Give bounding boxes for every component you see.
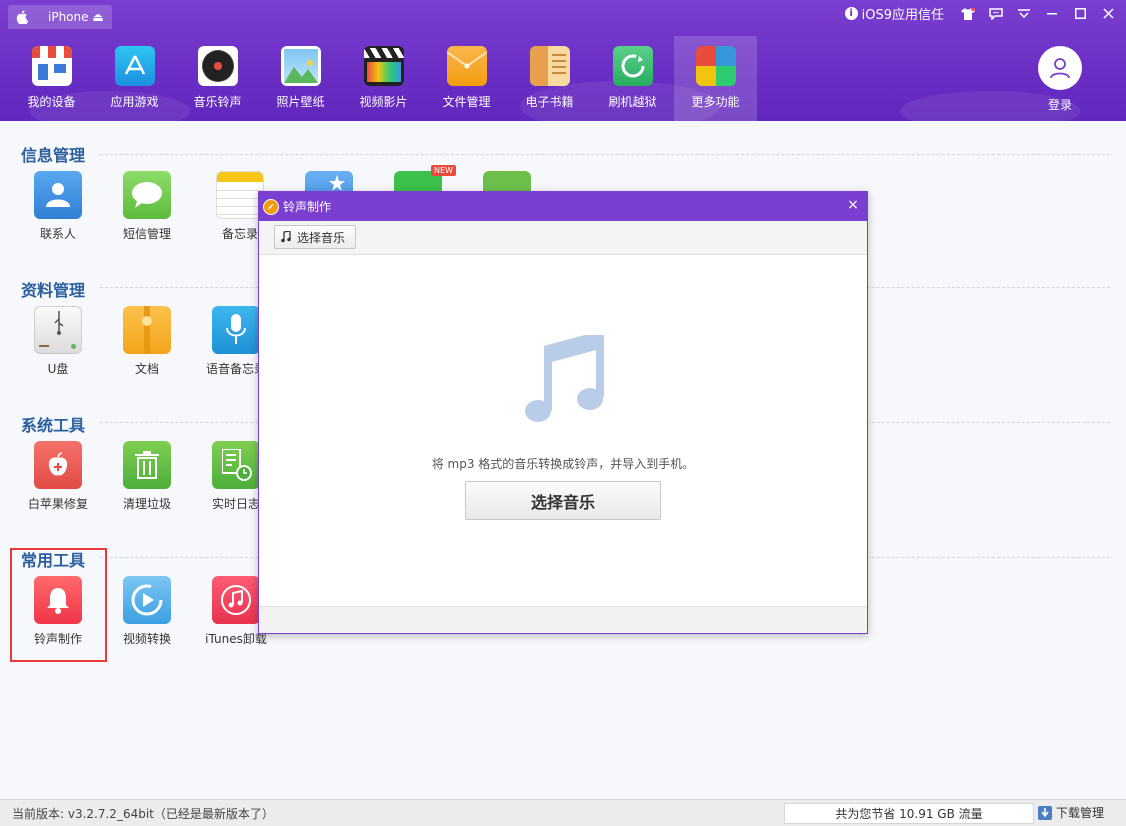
tool-udisk[interactable]: U盘 <box>18 306 98 377</box>
dialog-body: 将 mp3 格式的音乐转换成铃声，并导入到手机。 选择音乐 <box>259 255 867 607</box>
dialog-hint: 将 mp3 格式的音乐转换成铃声，并导入到手机。 <box>431 457 695 471</box>
nav-videos[interactable]: 视频影片 <box>342 36 425 121</box>
window-controls: i iOS9应用信任 <box>844 4 1120 23</box>
tool-label: 联系人 <box>39 227 76 241</box>
message-bubble-icon <box>123 171 171 219</box>
usb-icon <box>34 306 82 354</box>
toolbar-button-label: 选择音乐 <box>297 230 346 245</box>
main-nav: 我的设备 应用游戏 音乐铃声 照片壁纸 视频影片 文件管理 电子书籍 刷机越狱 … <box>10 36 757 121</box>
nav-label: 电子书籍 <box>525 95 574 109</box>
new-badge: NEW <box>431 165 456 176</box>
refresh-icon <box>612 46 653 86</box>
nav-photos-wallpaper[interactable]: 照片壁纸 <box>259 36 342 121</box>
download-icon <box>1038 805 1052 820</box>
apple-icon <box>14 9 30 25</box>
ios-trust-link[interactable]: i iOS9应用信任 <box>844 4 944 23</box>
document-folder-icon <box>123 306 171 354</box>
tool-documents[interactable]: 文档 <box>107 306 187 377</box>
trash-icon <box>123 441 171 489</box>
nav-label: 文件管理 <box>442 95 491 109</box>
app-logo-icon <box>263 198 279 215</box>
nav-apps-games[interactable]: 应用游戏 <box>93 36 176 121</box>
music-note-icon <box>281 231 291 243</box>
section-title-system: 系统工具 <box>21 416 86 435</box>
login-label: 登录 <box>1047 98 1072 112</box>
divider <box>100 154 1110 155</box>
tool-clean-junk[interactable]: 清理垃圾 <box>107 441 187 512</box>
select-music-button[interactable]: 选择音乐 <box>465 481 661 520</box>
microphone-icon <box>212 306 260 354</box>
traffic-saved: 共为您节省 10.91 GB 流量 <box>784 803 1034 824</box>
device-name: iPhone ⏏ <box>48 10 104 24</box>
download-manager-button[interactable]: 下载管理 <box>1038 804 1104 821</box>
photo-icon <box>280 46 321 86</box>
nav-ebooks[interactable]: 电子书籍 <box>508 36 591 121</box>
contacts-icon <box>34 171 82 219</box>
tool-label: 语音备忘录 <box>205 362 266 376</box>
tool-label: 实时日志 <box>211 497 260 511</box>
shirt-icon[interactable] <box>956 5 980 23</box>
status-bar: 当前版本: v3.2.7.2_64bit（已经是最新版本了） 共为您节省 10.… <box>0 799 1126 826</box>
info-icon: i <box>844 7 858 20</box>
menu-icon[interactable] <box>1012 5 1036 23</box>
message-icon[interactable] <box>984 5 1008 23</box>
nav-label: 应用游戏 <box>110 95 159 109</box>
notes-icon <box>216 171 264 219</box>
ringtone-dialog: 铃声制作 × 选择音乐 将 mp3 格式的音乐转换成铃声，并导入到手机。 选择音… <box>258 191 868 634</box>
nav-label: 更多功能 <box>691 95 740 109</box>
login-button[interactable]: 登录 <box>1038 46 1082 113</box>
trust-label: iOS9应用信任 <box>861 8 944 23</box>
tool-label: 短信管理 <box>122 227 171 241</box>
tool-video-convert[interactable]: 视频转换 <box>107 576 187 647</box>
dialog-close-button[interactable]: × <box>845 197 861 213</box>
download-label: 下载管理 <box>1056 806 1105 820</box>
tool-label: 清理垃圾 <box>122 497 171 511</box>
select-music-toolbar-button[interactable]: 选择音乐 <box>274 225 357 249</box>
folder-icon <box>446 46 487 86</box>
clapper-icon <box>363 46 404 86</box>
dialog-titlebar[interactable]: 铃声制作 × <box>259 192 867 221</box>
nav-more-features[interactable]: 更多功能 <box>674 36 757 121</box>
nav-my-device[interactable]: 我的设备 <box>10 36 93 121</box>
itunes-icon <box>212 576 260 624</box>
tool-sms[interactable]: 短信管理 <box>107 171 187 242</box>
tool-contacts[interactable]: 联系人 <box>18 171 98 242</box>
tool-white-apple-repair[interactable]: 白苹果修复 <box>18 441 98 512</box>
tool-label: 备忘录 <box>221 227 258 241</box>
book-icon <box>529 46 570 86</box>
dialog-toolbar: 选择音乐 <box>259 221 867 255</box>
nav-label: 视频影片 <box>359 95 408 109</box>
apple-repair-icon <box>34 441 82 489</box>
nav-label: 音乐铃声 <box>193 95 242 109</box>
log-icon <box>212 441 260 489</box>
app-header: iPhone ⏏ i iOS9应用信任 我的设备 应用游戏 音乐铃声 照片壁纸 … <box>0 0 1126 121</box>
nav-label: 我的设备 <box>27 95 76 109</box>
nav-file-manager[interactable]: 文件管理 <box>425 36 508 121</box>
nav-label: 刷机越狱 <box>608 95 657 109</box>
tool-label: 视频转换 <box>122 632 171 646</box>
app-store-icon <box>114 46 155 86</box>
maximize-icon[interactable] <box>1068 5 1092 23</box>
nav-label: 照片壁纸 <box>276 95 325 109</box>
version-text: 当前版本: v3.2.7.2_64bit（已经是最新版本了） <box>12 806 274 821</box>
section-title-data: 资料管理 <box>21 281 86 300</box>
video-convert-icon <box>123 576 171 624</box>
vinyl-icon <box>197 46 238 86</box>
nav-music-ringtones[interactable]: 音乐铃声 <box>176 36 259 121</box>
close-icon[interactable] <box>1096 5 1120 23</box>
device-tab[interactable]: iPhone ⏏ <box>8 5 112 29</box>
selection-highlight <box>10 548 107 662</box>
music-note-icon <box>525 335 604 422</box>
grid-icon <box>695 46 736 86</box>
tool-label: U盘 <box>47 362 69 376</box>
nav-flash-jailbreak[interactable]: 刷机越狱 <box>591 36 674 121</box>
dialog-title: 铃声制作 <box>283 200 332 214</box>
user-icon <box>1038 46 1082 90</box>
minimize-icon[interactable] <box>1040 5 1064 23</box>
tool-label: 白苹果修复 <box>27 497 88 511</box>
section-title-info: 信息管理 <box>21 146 86 165</box>
store-icon <box>31 46 72 86</box>
tool-label: 文档 <box>134 362 159 376</box>
dialog-footer <box>259 606 867 633</box>
